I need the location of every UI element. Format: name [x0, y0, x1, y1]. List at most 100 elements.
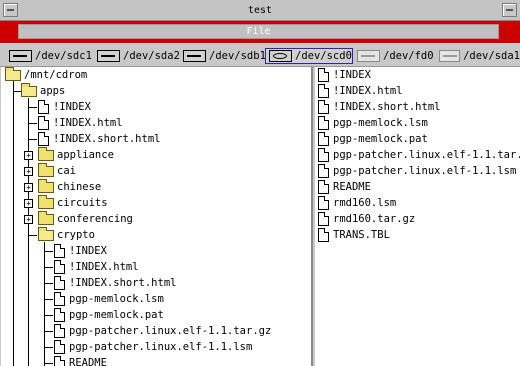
tree-item-label: !INDEX.short.html [69, 277, 177, 289]
tree-line [44, 315, 53, 316]
device-label: /dev/scd0 [295, 50, 352, 62]
tree-line [44, 283, 53, 284]
tree-item-file[interactable]: pgp-patcher.linux.elf-1.1.tar.gz [54, 323, 271, 339]
file-icon [318, 228, 329, 242]
file-name: pgp-memlock.pat [333, 133, 428, 145]
tree-item-file[interactable]: !INDEX [54, 243, 107, 259]
tree-item-file[interactable]: !INDEX.html [54, 259, 139, 275]
file-icon [54, 356, 65, 366]
tree-item-crypto[interactable]: crypto [38, 226, 95, 243]
tree-line [44, 251, 53, 252]
file-list-item[interactable]: TRANS.TBL [318, 227, 390, 243]
tree-item-label: !INDEX.html [69, 261, 139, 273]
file-list-item[interactable]: rmd160.lsm [318, 195, 396, 211]
tree-item-label: !INDEX.html [53, 117, 123, 129]
expand-toggle[interactable]: + [24, 167, 33, 176]
tree-item-folder[interactable]: circuits [38, 194, 108, 211]
file-icon [318, 180, 329, 194]
tree-item-label: pgp-patcher.linux.elf-1.1.tar.gz [69, 325, 272, 337]
folder-icon [38, 178, 54, 193]
tree-item-file[interactable]: pgp-memlock.lsm [54, 291, 164, 307]
expand-toggle[interactable]: + [24, 183, 33, 192]
file-list-item[interactable]: README [318, 179, 371, 195]
folder-icon [38, 146, 54, 161]
file-icon [54, 324, 65, 338]
floppy-drive-icon [439, 50, 461, 62]
file-icon [318, 148, 329, 162]
file-list-item[interactable]: pgp-patcher.linux.elf-1.1.tar.gz [318, 147, 520, 163]
open-folder-icon [5, 67, 21, 81]
device-sdb1[interactable]: /dev/sdb1 [180, 48, 266, 64]
open-folder-icon [21, 82, 37, 97]
folder-icon [38, 210, 54, 225]
device-sda2[interactable]: /dev/sda2 [94, 48, 180, 64]
tree-item-root[interactable]: /mnt/cdrom [5, 67, 87, 83]
tree-line [44, 363, 53, 364]
tree-item-apps[interactable]: apps [21, 82, 65, 99]
menu-bar: File [0, 21, 520, 43]
file-name: pgp-patcher.linux.elf-1.1.tar.gz [333, 149, 520, 161]
file-icon [54, 308, 65, 322]
file-name: rmd160.tar.gz [333, 213, 416, 225]
tree-item-label: !INDEX [53, 101, 91, 113]
expand-toggle[interactable]: + [24, 199, 33, 208]
tree-item-folder[interactable]: cai [38, 162, 76, 179]
minimize-button[interactable] [502, 3, 517, 17]
file-icon [318, 196, 329, 210]
file-icon [318, 100, 329, 114]
title-bar: test [0, 0, 520, 21]
tree-item-folder[interactable]: appliance [38, 146, 114, 163]
file-list-item[interactable]: !INDEX.html [318, 83, 403, 99]
tree-item-label: crypto [57, 229, 95, 241]
file-name: pgp-memlock.lsm [333, 117, 428, 129]
device-sdc1[interactable]: /dev/sdc1 [6, 48, 92, 64]
tree-item-folder[interactable]: chinese [38, 178, 101, 195]
file-list-item[interactable]: !INDEX [318, 67, 371, 83]
window-title: test [247, 5, 273, 16]
hard-drive-icon [9, 50, 32, 62]
tree-item-file[interactable]: !INDEX [38, 99, 91, 115]
tree-item-file[interactable]: pgp-patcher.linux.elf-1.1.lsm [54, 339, 252, 355]
device-label: /dev/sda1 [463, 50, 520, 62]
file-list-item[interactable]: pgp-memlock.pat [318, 131, 428, 147]
file-name: rmd160.lsm [333, 197, 397, 209]
file-list-item[interactable]: pgp-memlock.lsm [318, 115, 428, 131]
tree-item-file[interactable]: README [54, 355, 107, 366]
file-icon [54, 260, 65, 274]
device-bar: /dev/sdc1 /dev/sda2 /dev/sdb1 /dev/scd0 … [0, 43, 520, 67]
tree-item-file[interactable]: !INDEX.html [38, 115, 123, 131]
tree-item-label: pgp-memlock.pat [69, 309, 164, 321]
tree-item-label: pgp-memlock.lsm [69, 293, 164, 305]
directory-tree-pane[interactable]: /mnt/cdrom apps !INDEX !INDEX.html !INDE… [1, 67, 313, 366]
file-icon [38, 116, 49, 130]
file-name: README [333, 181, 371, 193]
file-list-pane[interactable]: !INDEX !INDEX.html !INDEX.short.html pgp… [315, 67, 520, 366]
file-list-item[interactable]: rmd160.tar.gz [318, 211, 415, 227]
expand-toggle[interactable]: + [24, 215, 33, 224]
tree-item-label: !INDEX.short.html [53, 133, 161, 145]
tree-line [44, 267, 53, 268]
tree-item-file[interactable]: pgp-memlock.pat [54, 307, 164, 323]
tree-item-file[interactable]: !INDEX.short.html [54, 275, 176, 291]
expand-toggle[interactable]: + [24, 151, 33, 160]
file-icon [38, 100, 49, 114]
device-fd0[interactable]: /dev/fd0 [354, 48, 434, 64]
device-label: /dev/fd0 [383, 50, 434, 62]
tree-item-label: appliance [57, 149, 114, 161]
device-sda1[interactable]: /dev/sda1 [436, 48, 520, 64]
file-icon [318, 212, 329, 226]
tree-item-folder[interactable]: conferencing [38, 210, 133, 227]
tree-line [28, 139, 37, 140]
floppy-drive-icon [357, 50, 380, 62]
hard-drive-icon [183, 50, 206, 62]
hard-drive-icon [97, 50, 120, 62]
tree-item-label: conferencing [57, 213, 133, 225]
file-menu[interactable]: File [18, 24, 499, 39]
tree-item-file[interactable]: !INDEX.short.html [38, 131, 160, 147]
file-name: TRANS.TBL [333, 229, 390, 241]
tree-item-label: !INDEX [69, 245, 107, 257]
file-list-item[interactable]: !INDEX.short.html [318, 99, 440, 115]
device-scd0[interactable]: /dev/scd0 [265, 48, 353, 64]
file-list-item[interactable]: pgp-patcher.linux.elf-1.1.lsm [318, 163, 516, 179]
tree-line [28, 235, 37, 236]
